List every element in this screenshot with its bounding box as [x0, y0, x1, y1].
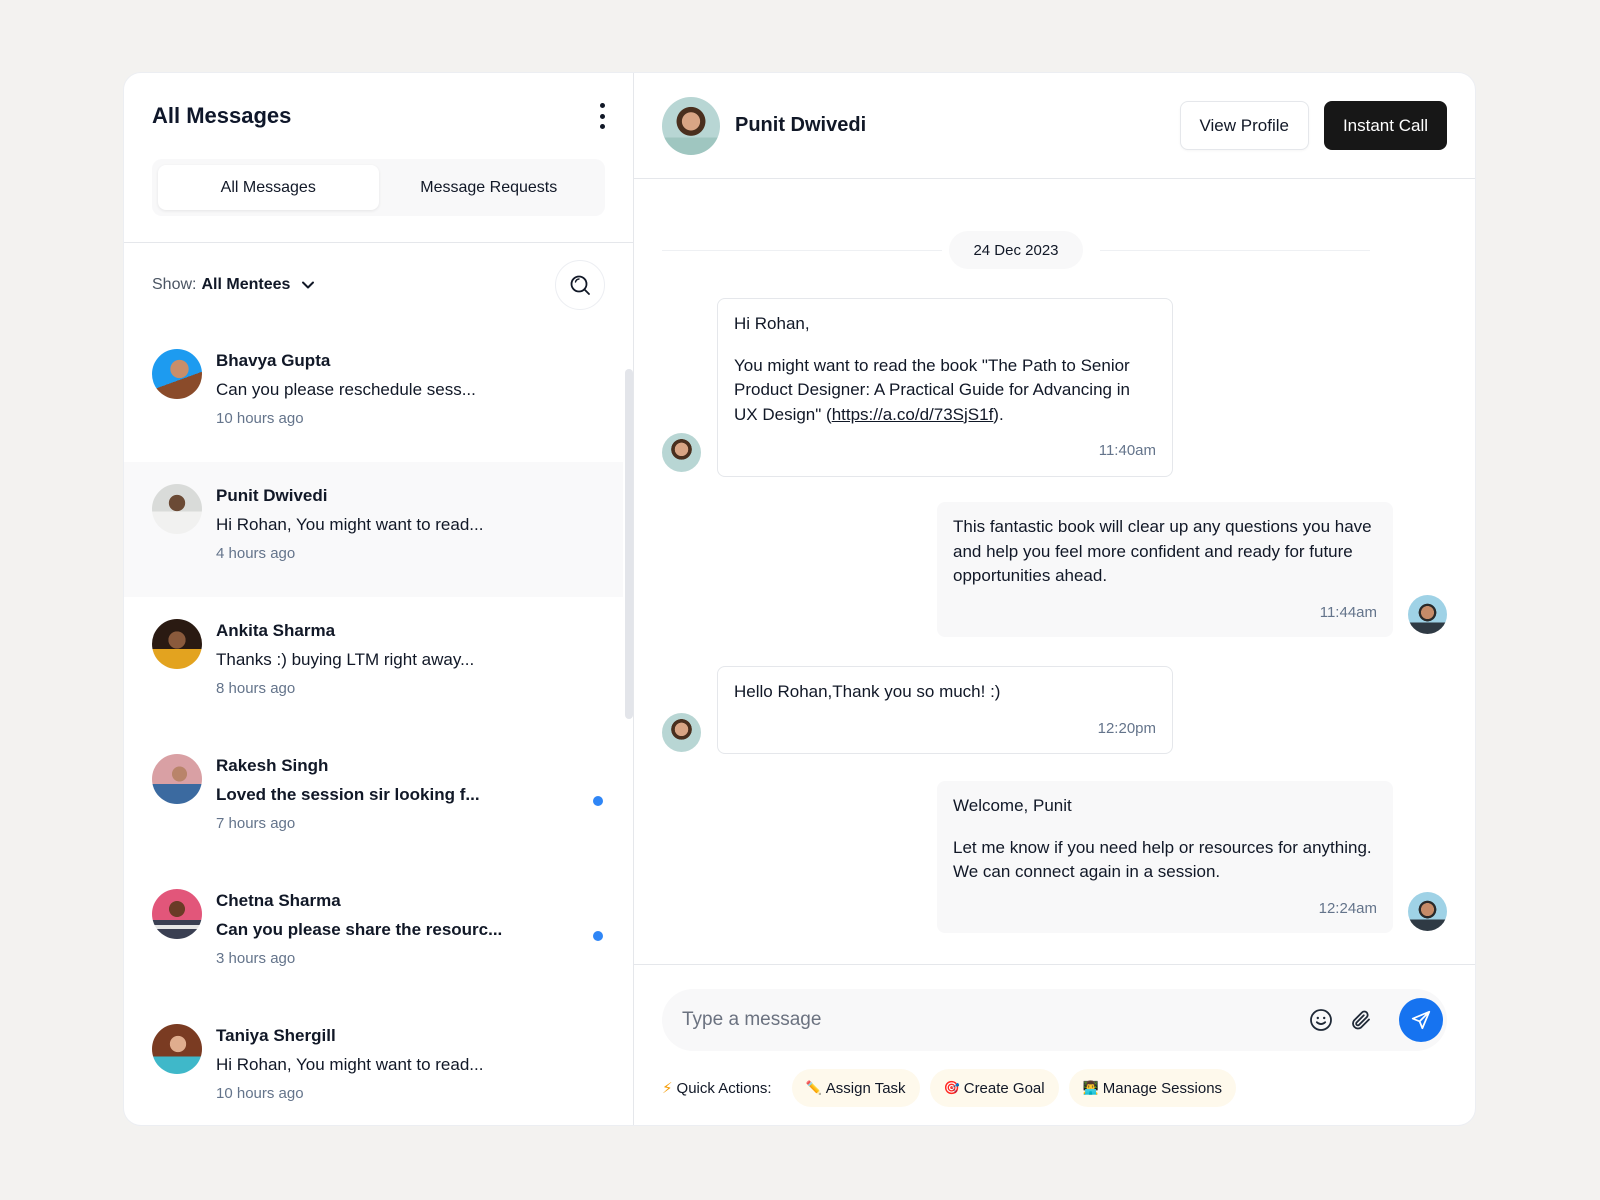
contact-avatar[interactable]	[662, 96, 720, 155]
more-options-icon[interactable]	[597, 103, 607, 129]
send-icon	[1411, 1010, 1431, 1030]
contact-name: Ankita Sharma	[216, 621, 336, 640]
sidebar-title: All Messages	[152, 103, 292, 128]
search-button[interactable]	[555, 260, 605, 310]
avatar	[152, 484, 202, 534]
filter-row: Show: All Mentees	[124, 243, 633, 327]
conversation-item[interactable]: Taniya Shergill Hi Rohan, You might want…	[124, 1002, 633, 1125]
conversation-sidebar: All Messages All Messages Message Reques…	[124, 73, 634, 1125]
conversation-item[interactable]: Rakesh Singh Loved the session sir looki…	[124, 732, 633, 867]
message-link[interactable]: https://a.co/d/73SjS1f	[832, 405, 994, 424]
conversation-item[interactable]: Bhavya Gupta Can you please reschedule s…	[124, 327, 633, 462]
quick-actions: ⚡ Quick Actions: ✏️ Assign Task 🎯 Create Go…	[662, 1069, 1237, 1107]
divider-line	[1100, 250, 1370, 251]
message-preview: Can you please share the resourc...	[216, 920, 503, 939]
message-text: Hello Rohan,Thank you so much! :)	[734, 682, 1001, 701]
avatar	[152, 349, 202, 399]
message-time: 10 hours ago	[216, 410, 304, 427]
date-divider: 24 Dec 2023	[662, 231, 1370, 269]
target-icon: 🎯	[943, 1080, 960, 1095]
message-time: 3 hours ago	[216, 950, 296, 967]
message-preview: Hi Rohan, You might want to read...	[216, 1055, 484, 1074]
avatar	[152, 619, 202, 669]
message-time: 7 hours ago	[216, 815, 296, 832]
send-button[interactable]	[1399, 998, 1443, 1042]
message-preview: Can you please reschedule sess...	[216, 380, 476, 399]
contact-name: Chetna Sharma	[216, 891, 341, 910]
assign-task-button[interactable]: ✏️ Assign Task	[791, 1069, 920, 1107]
chat-pane: Punit Dwivedi View Profile Instant Call …	[634, 73, 1475, 1125]
pencil-icon: ✏️	[805, 1080, 822, 1095]
message-input[interactable]	[682, 1009, 1307, 1031]
contact-name: Bhavya Gupta	[216, 351, 331, 370]
message-composer: ⚡Quick Actions: ✏️Assign Task 🎯Create Go…	[634, 964, 1475, 1125]
user-avatar	[1408, 595, 1447, 634]
sidebar-scrollbar[interactable]	[625, 369, 633, 719]
divider-line	[662, 250, 942, 251]
message-text: You might want to read the book "The Pat…	[734, 355, 1130, 424]
conversation-item[interactable]: Chetna Sharma Can you please share the r…	[124, 867, 633, 1002]
tab-message-requests[interactable]: Message Requests	[379, 165, 600, 210]
search-icon	[570, 275, 590, 295]
chevron-down-icon[interactable]	[300, 277, 316, 293]
message-greeting: Welcome, Punit	[953, 796, 1072, 815]
message-bubble-outgoing: Welcome, Punit Let me know if you need h…	[937, 781, 1393, 933]
smiley-icon	[1310, 1009, 1332, 1031]
tab-all-messages[interactable]: All Messages	[158, 165, 379, 210]
contact-name: Taniya Shergill	[216, 1026, 336, 1045]
message-bubble-incoming: Hi Rohan, You might want to read the boo…	[717, 298, 1173, 477]
unread-indicator	[593, 796, 603, 806]
create-goal-button[interactable]: 🎯 Create Goal	[929, 1069, 1059, 1107]
avatar	[152, 889, 202, 939]
message-time: 8 hours ago	[216, 680, 296, 697]
message-preview: Hi Rohan, You might want to read...	[216, 515, 484, 534]
quick-actions-label: ⚡ Quick Actions:	[662, 1079, 772, 1098]
message-text: This fantastic book will clear up any qu…	[953, 517, 1372, 585]
avatar	[152, 754, 202, 804]
message-tabs: All Messages Message Requests	[152, 159, 605, 216]
message-time: 11:44am	[1319, 603, 1377, 621]
message-time: 11:40am	[1098, 442, 1156, 459]
conversation-item-selected[interactable]: Punit Dwivedi Hi Rohan, You might want t…	[124, 462, 623, 597]
filter-label: Show:	[152, 276, 197, 293]
contact-name: Rakesh Singh	[216, 756, 329, 775]
message-bubble-outgoing: This fantastic book will clear up any qu…	[937, 502, 1393, 637]
message-time: 10 hours ago	[216, 1085, 304, 1102]
contact-name: Punit Dwivedi	[735, 114, 867, 136]
message-bubble-incoming: Hello Rohan,Thank you so much! :) 12:20p…	[717, 666, 1173, 754]
emoji-button[interactable]	[1307, 1006, 1335, 1034]
messages-card: All Messages All Messages Message Reques…	[123, 72, 1476, 1126]
message-thread: 24 Dec 2023 Hi Rohan, You might want to …	[634, 179, 1475, 964]
manage-sessions-button[interactable]: 👨‍💻 Manage Sessions	[1068, 1069, 1237, 1107]
user-avatar	[1408, 892, 1447, 931]
attach-button[interactable]	[1347, 1006, 1375, 1034]
sidebar-header: All Messages All Messages Message Reques…	[124, 73, 633, 243]
sender-avatar	[662, 713, 701, 752]
message-input-wrapper	[662, 989, 1447, 1051]
message-time: 12:20pm	[1097, 719, 1156, 737]
avatar	[152, 1024, 202, 1074]
chat-header: Punit Dwivedi View Profile Instant Call	[634, 73, 1475, 179]
date-label: 24 Dec 2023	[949, 231, 1083, 269]
view-profile-button[interactable]: View Profile	[1179, 101, 1309, 150]
conversation-list: Bhavya Gupta Can you please reschedule s…	[124, 327, 633, 1125]
message-preview: Loved the session sir looking f...	[216, 785, 480, 804]
contact-name: Punit Dwivedi	[216, 486, 328, 505]
unread-indicator	[593, 931, 603, 941]
paperclip-icon	[1352, 1010, 1370, 1030]
conversation-item[interactable]: Ankita Sharma Thanks :) buying LTM right…	[124, 597, 633, 732]
message-text: Let me know if you need help or resource…	[953, 837, 1372, 882]
message-time: 12:24am	[1318, 899, 1377, 917]
technologist-icon: 👨‍💻	[1082, 1080, 1099, 1095]
lightning-icon: ⚡	[662, 1080, 673, 1097]
message-time: 4 hours ago	[216, 545, 296, 562]
message-preview: Thanks :) buying LTM right away...	[216, 650, 475, 669]
instant-call-button[interactable]: Instant Call	[1323, 101, 1447, 150]
filter-dropdown[interactable]: All Mentees	[201, 276, 290, 294]
message-greeting: Hi Rohan,	[734, 314, 810, 333]
sender-avatar	[662, 433, 701, 472]
